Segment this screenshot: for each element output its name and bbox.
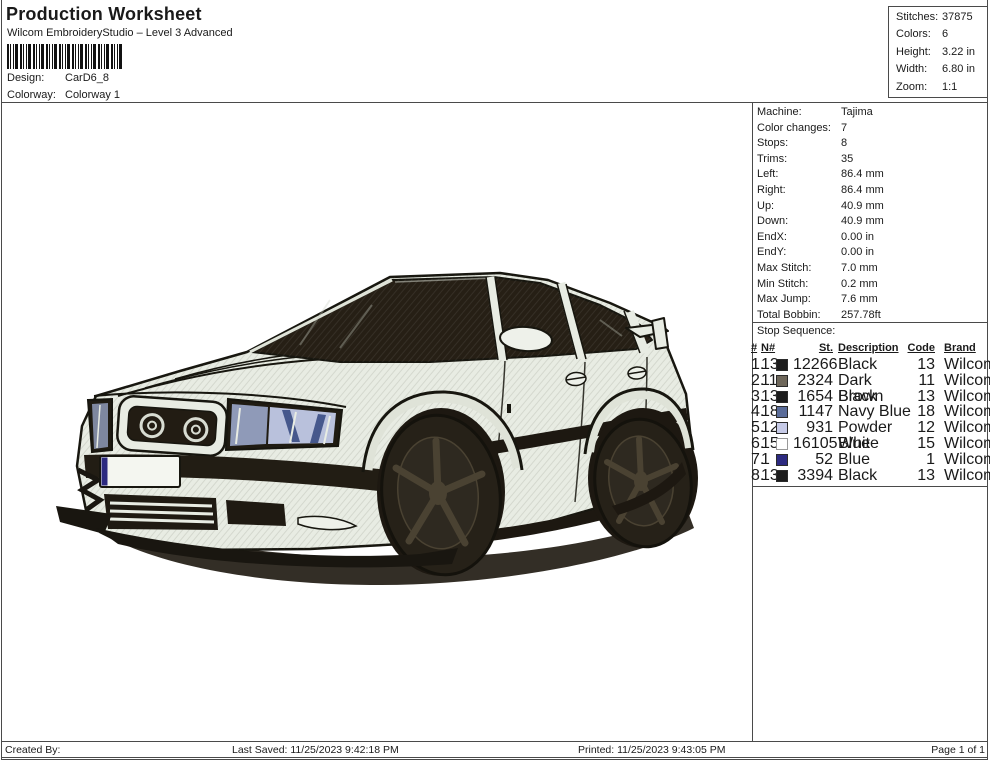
machine-row: Max Stitch:7.0 mm [753, 261, 987, 277]
stop-row: 2.112324Dark Brown11Wilcom [751, 373, 986, 389]
stop-row: 4.181147Navy Blue18Wilcom [751, 404, 986, 420]
car-grille [116, 395, 228, 456]
stop-row: 5.12931Powder Blue12Wilcom [751, 420, 986, 436]
col-code: Code [908, 342, 936, 354]
machine-panel: Machine:Tajima Color changes:7 Stops:8 T… [753, 105, 987, 323]
machine-row: Color changes:7 [753, 121, 987, 137]
app-subtitle: Wilcom EmbroideryStudio – Level 3 Advanc… [7, 27, 233, 39]
stop-sequence-table: 1.1312266Black13Wilcom 2.112324Dark Brow… [751, 357, 986, 483]
stop-row: 3.131654Black13Wilcom [751, 389, 986, 405]
stop-row: 1.1312266Black13Wilcom [751, 357, 986, 373]
thread-swatch [776, 438, 788, 450]
footer-underline [574, 757, 920, 758]
design-label: Design: [7, 70, 65, 86]
page-border-bottom [1, 759, 988, 760]
table-bottom-divider [752, 486, 988, 487]
col-num: # [751, 342, 761, 354]
stop-sequence-divider [752, 322, 988, 323]
production-worksheet-page: Production Worksheet Wilcom EmbroiderySt… [0, 0, 990, 762]
last-saved-label: Last Saved: 11/25/2023 9:42:18 PM [232, 743, 399, 757]
design-name-row: Design: CarD6_8 [7, 70, 109, 86]
thread-swatch [776, 406, 788, 418]
thread-swatch [776, 359, 788, 371]
thread-swatch [776, 470, 788, 482]
header-divider [1, 102, 988, 103]
col-description: Description [833, 342, 911, 354]
stat-zoom: Zoom:1:1 [896, 79, 987, 96]
machine-row: Trims:35 [753, 152, 987, 168]
car-license-plate [100, 456, 180, 487]
machine-row: EndX:0.00 in [753, 230, 987, 246]
machine-row: Machine:Tajima [753, 105, 987, 121]
thread-swatch [776, 422, 788, 434]
page-title: Production Worksheet [6, 4, 202, 25]
printed-label: Printed: 11/25/2023 9:43:05 PM [578, 743, 726, 757]
colorway-value: Colorway 1 [65, 87, 120, 103]
machine-row: Down:40.9 mm [753, 214, 987, 230]
stat-height: Height:3.22 in [896, 44, 987, 61]
created-by-label: Created By: [5, 743, 60, 757]
page-number-label: Page 1 of 1 [931, 743, 985, 757]
stat-colors: Colors:6 [896, 26, 987, 43]
thread-swatch [776, 391, 788, 403]
stop-sequence-header: # N# St. Description Code Brand [751, 342, 986, 354]
machine-row: Min Stitch:0.2 mm [753, 277, 987, 293]
col-stitches: St. [793, 342, 833, 354]
machine-row: Up:40.9 mm [753, 199, 987, 215]
design-barcode [7, 44, 123, 69]
colorway-label: Colorway: [7, 87, 65, 103]
stop-row: 8.133394Black13Wilcom [751, 468, 986, 484]
col-brand: Brand [935, 342, 986, 354]
machine-row: Max Jump:7.6 mm [753, 292, 987, 308]
machine-row: EndY:0.00 in [753, 245, 987, 261]
design-preview-car [50, 268, 710, 590]
machine-row: Total Bobbin:257.78ft [753, 308, 987, 324]
stop-sequence-title: Stop Sequence: [757, 325, 835, 337]
footer-underline [2, 757, 230, 758]
colorway-row: Colorway: Colorway 1 [7, 87, 120, 103]
stat-stitches: Stitches:37875 [896, 9, 987, 26]
machine-row: Left:86.4 mm [753, 167, 987, 183]
footer-divider [1, 741, 988, 742]
thread-swatch [776, 375, 788, 387]
design-stats-box: Stitches:37875 Colors:6 Height:3.22 in W… [888, 6, 988, 98]
footer-underline [920, 757, 988, 758]
stop-row: 6.1516105White15Wilcom [751, 436, 986, 452]
stat-width: Width:6.80 in [896, 61, 987, 78]
thread-swatch [776, 454, 788, 466]
machine-row: Stops:8 [753, 136, 987, 152]
page-border-left [1, 0, 2, 760]
footer-underline [230, 757, 574, 758]
design-value: CarD6_8 [65, 70, 109, 86]
col-needle: N# [761, 342, 776, 354]
machine-row: Right:86.4 mm [753, 183, 987, 199]
stop-row: 7.152Blue1Wilcom [751, 452, 986, 468]
